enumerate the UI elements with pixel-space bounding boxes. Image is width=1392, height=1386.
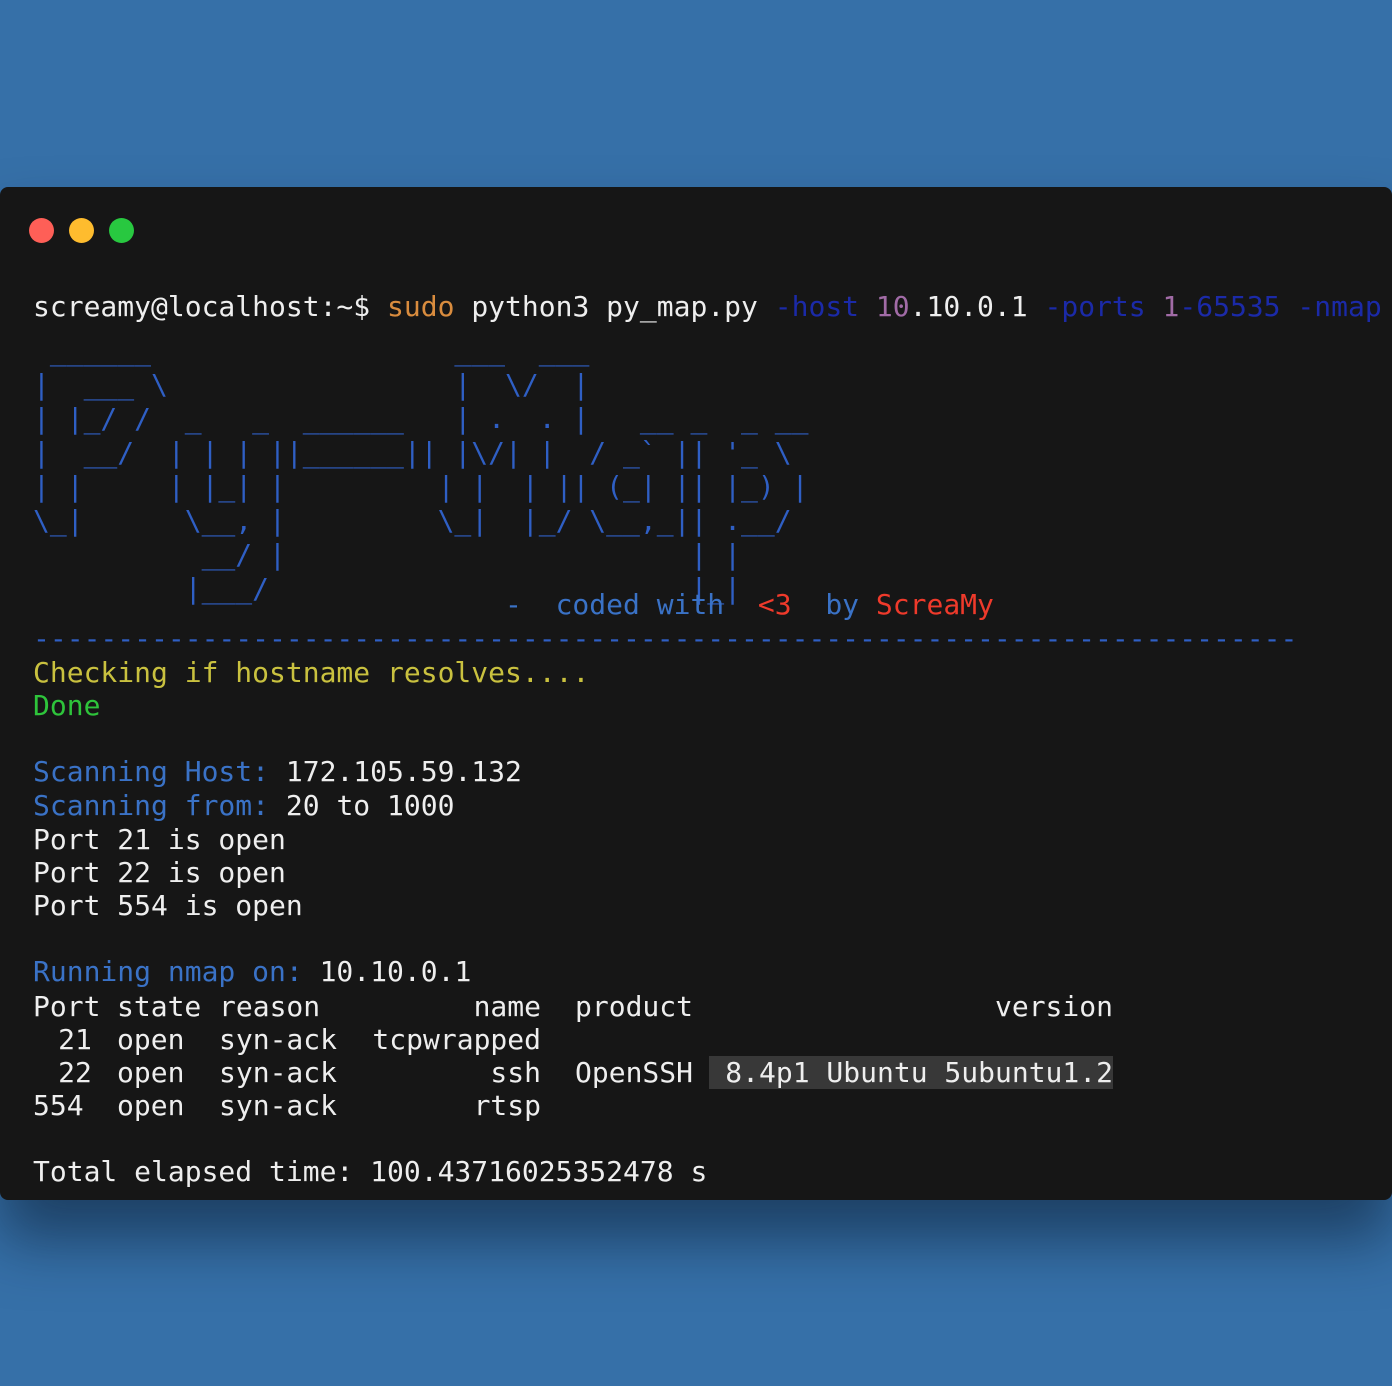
command-sudo: sudo (387, 290, 455, 323)
open-port-line: Port 554 is open (33, 889, 303, 922)
scanning-from-value: 20 to 1000 (285, 789, 455, 822)
table-row: 22 open syn-ack ssh OpenSSH 8.4p1 Ubuntu… (33, 1056, 1113, 1089)
running-nmap-value: 10.10.0.1 (319, 955, 472, 988)
running-nmap-label: Running nmap on: (33, 955, 303, 988)
checking-message: Checking if hostname resolves.... (33, 656, 590, 689)
header-port: Port (33, 990, 101, 1023)
cell-product: OpenSSH (575, 1056, 694, 1089)
command-prompt-line: screamy@localhost:~$ sudo python3 py_map… (33, 290, 1382, 324)
cell-reason: syn-ack (219, 1089, 338, 1122)
header-name: name (473, 990, 541, 1023)
maximize-window-button[interactable] (109, 218, 134, 243)
banner-tagline: - coded with <3 by ScreaMy (505, 588, 994, 622)
flag-nmap: -nmap (1297, 290, 1382, 323)
tagline-coded-with: coded with (555, 588, 725, 621)
minimize-window-button[interactable] (69, 218, 94, 243)
flag-host: -host (774, 290, 860, 323)
window-controls (29, 218, 134, 243)
table-header-row: Port state reason name product version (33, 990, 1113, 1023)
cell-version (709, 1023, 1113, 1056)
cell-reason: syn-ack (219, 1056, 338, 1089)
cell-product (575, 1023, 709, 1056)
scanning-host-line: Scanning Host: 172.105.59.132 (33, 755, 522, 789)
scanning-from-line: Scanning from: 20 to 1000 (33, 789, 454, 823)
tagline-dash: - (505, 588, 522, 621)
nmap-results-table: Port state reason name product version 2… (33, 990, 1113, 1122)
done-message: Done (33, 689, 101, 722)
cell-state: open (117, 1089, 185, 1122)
cell-version (709, 1089, 1113, 1122)
cell-state: open (117, 1023, 185, 1056)
header-version: version (994, 990, 1113, 1023)
pymap-ascii-banner: ______ ___ ___ | ___ \ | \/ | | |_/ / _ … (33, 334, 809, 605)
banner-divider: ----------------------------------------… (33, 622, 1298, 655)
cell-port: 22 (58, 1056, 92, 1089)
cell-name: tcpwrapped (372, 1023, 541, 1056)
cell-port: 21 (58, 1023, 92, 1056)
header-reason: reason (219, 990, 321, 1023)
ports-range-start: 1 (1162, 290, 1180, 323)
tagline-by: by (825, 588, 860, 621)
cell-reason: syn-ack (219, 1023, 338, 1056)
host-value-part2: .10.0.1 (909, 290, 1028, 323)
tagline-heart: <3 (757, 588, 792, 621)
table-row: 554 open syn-ack rtsp (33, 1089, 1113, 1122)
command-text: python3 py_map.py (471, 290, 758, 323)
table-row: 21 open syn-ack tcpwrapped (33, 1023, 1113, 1056)
flag-ports: -ports (1044, 290, 1146, 323)
prompt-user-host: screamy@localhost:~$ (33, 290, 371, 323)
ports-range-rest: -65535 (1179, 290, 1281, 323)
cell-state: open (117, 1056, 185, 1089)
open-port-line: Port 21 is open (33, 823, 286, 856)
running-nmap-line: Running nmap on: 10.10.0.1 (33, 955, 471, 989)
host-value-part1: 10 (875, 290, 910, 323)
header-product: product (575, 990, 694, 1023)
tagline-author: ScreaMy (875, 588, 994, 621)
cell-name: ssh (490, 1056, 541, 1089)
scanning-host-label: Scanning Host: (33, 755, 270, 788)
cell-name: rtsp (473, 1089, 541, 1122)
total-elapsed-time: Total elapsed time: 100.43716025352478 s (33, 1155, 708, 1188)
header-state: state (117, 990, 202, 1023)
open-port-line: Port 22 is open (33, 856, 286, 889)
cell-version: 8.4p1 Ubuntu 5ubuntu1.2 (709, 1056, 1113, 1089)
cell-product (575, 1089, 709, 1122)
scanning-from-label: Scanning from: (33, 789, 270, 822)
scanning-host-value: 172.105.59.132 (285, 755, 522, 788)
close-window-button[interactable] (29, 218, 54, 243)
cell-port: 554 (33, 1089, 84, 1122)
